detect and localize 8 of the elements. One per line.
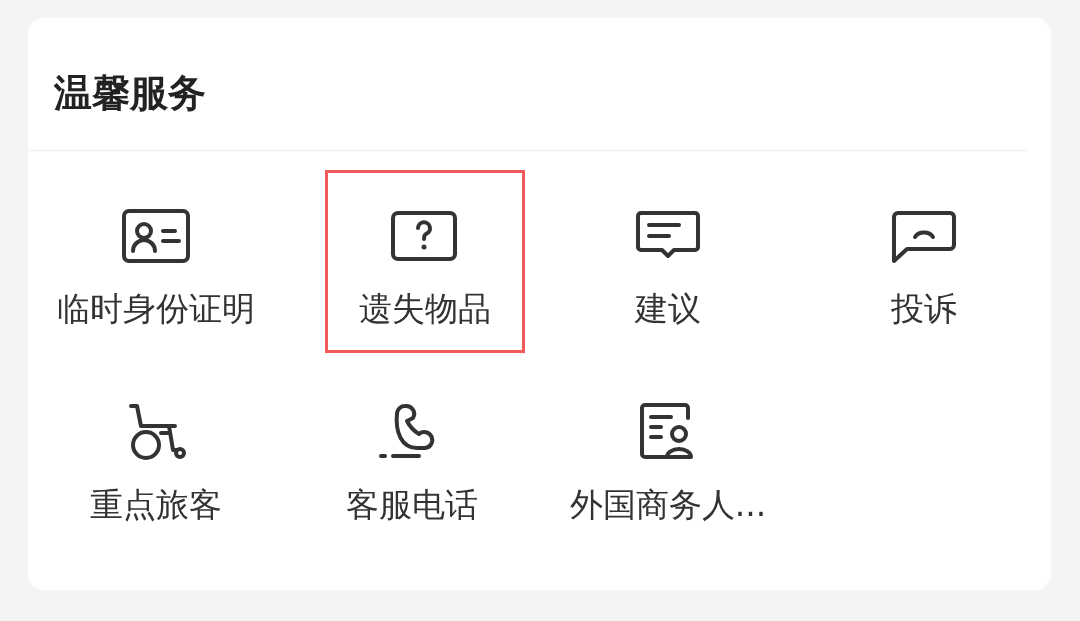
- service-label[interactable]: 客服电话: [346, 482, 478, 528]
- service-label[interactable]: 重点旅客: [90, 482, 222, 528]
- service-label[interactable]: 投诉: [891, 286, 957, 332]
- section-title: 温馨服务: [28, 18, 1028, 151]
- service-label[interactable]: 建议: [635, 286, 701, 332]
- service-label[interactable]: 遗失物品: [358, 286, 491, 332]
- service-label[interactable]: 外国商务人...: [569, 482, 767, 528]
- service-label[interactable]: 临时身份证明: [57, 286, 255, 332]
